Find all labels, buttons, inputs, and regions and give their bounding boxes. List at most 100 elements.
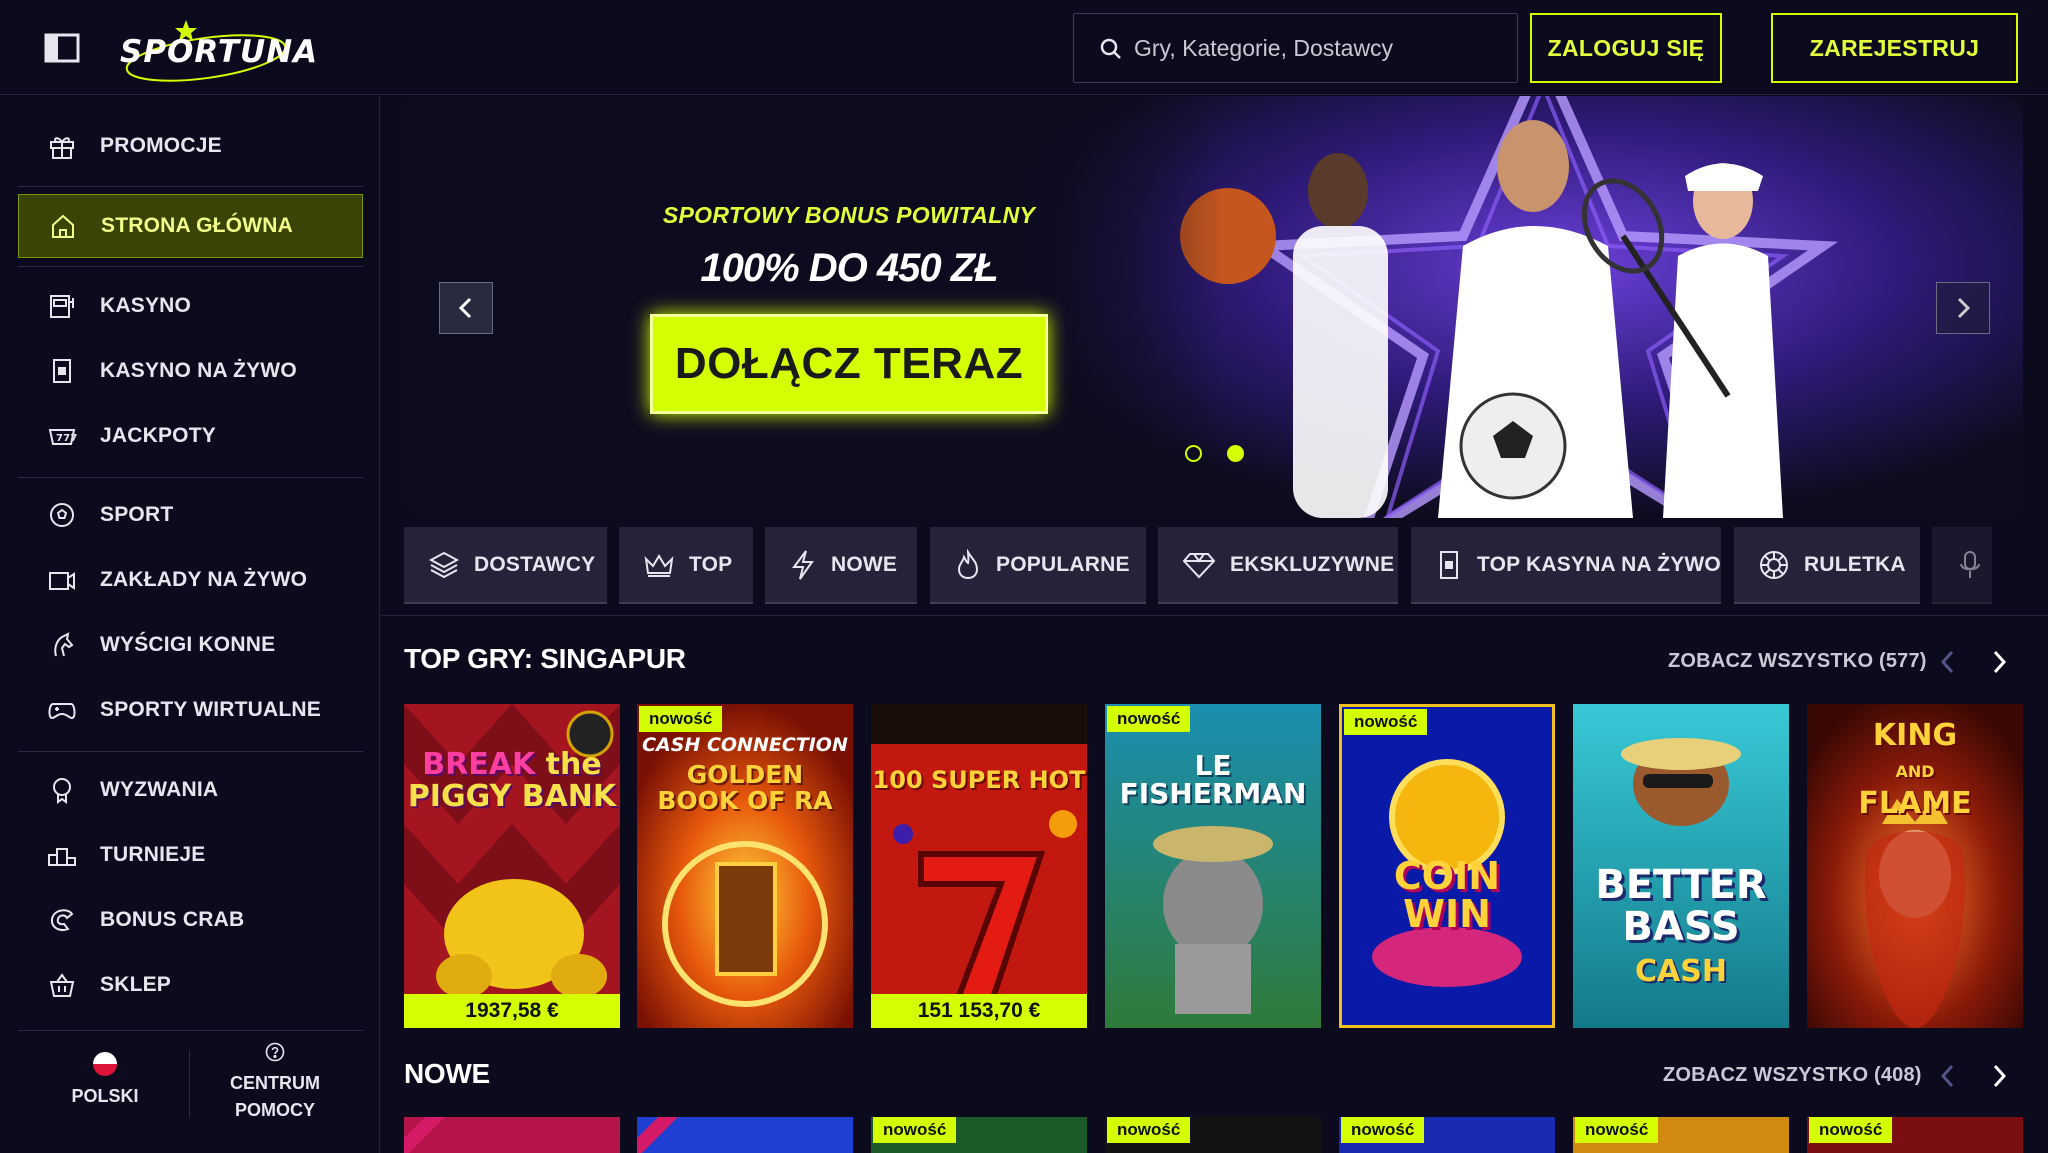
sidebar-toggle-icon[interactable] [44, 33, 80, 63]
new-game-tile-3[interactable]: nowość [871, 1117, 1087, 1153]
sidebar-item-bonus-crab[interactable]: BONUS CRAB [18, 888, 363, 952]
jackpot-amount: 151 153,70 € [871, 994, 1087, 1028]
sidebar: PROMOCJE STRONA GŁÓWNA KASYNO KASYNO NA … [0, 96, 380, 1153]
game-title: CASH CONNECTION [642, 734, 848, 756]
game-tile-le-fisherman[interactable]: LE FISHERMAN nowość [1105, 704, 1321, 1028]
new-game-tile-1[interactable] [404, 1117, 620, 1153]
help-center-link[interactable]: CENTRUM POMOCY [215, 1042, 335, 1124]
banner-prev-button[interactable] [439, 282, 493, 334]
new-badge: nowość [873, 1117, 957, 1143]
badge-icon [46, 774, 78, 806]
home-icon [47, 210, 79, 242]
sidebar-item-kasyno-na-zywo[interactable]: KASYNO NA ŻYWO [18, 339, 363, 403]
sidebar-item-turnieje[interactable]: TURNIEJE [18, 823, 363, 887]
tab-popularne[interactable]: POPULARNE [930, 527, 1146, 604]
gift-icon [46, 130, 78, 162]
live-camera-icon [46, 564, 78, 596]
tab-label: TOP [689, 552, 733, 576]
tab-dostawcy[interactable]: DOSTAWCY [404, 527, 607, 604]
new-badge: nowość [1575, 1117, 1659, 1143]
tab-ruletka[interactable]: RULETKA [1734, 527, 1920, 604]
login-button[interactable]: ZALOGUJ SIĘ [1530, 13, 1722, 83]
tab-label: DOSTAWCY [474, 552, 596, 576]
top-next-button[interactable] [1985, 646, 2013, 678]
sidebar-item-label: KASYNO NA ŻYWO [100, 359, 297, 382]
search-input[interactable] [1134, 14, 1504, 82]
top-prev-button[interactable] [1934, 646, 1962, 678]
promo-banner[interactable]: SPORTOWY BONUS POWITALNY 100% DO 450 ZŁ … [404, 96, 2023, 518]
tab-nowe[interactable]: NOWE [765, 527, 917, 604]
register-button[interactable]: ZAREJESTRUJ [1771, 13, 2018, 83]
new-game-tile-5[interactable]: nowość [1339, 1117, 1555, 1153]
tab-top-kasyna-na-zywo[interactable]: TOP KASYNA NA ŻYWO [1411, 527, 1721, 604]
sidebar-item-wyzwania[interactable]: WYZWANIA [18, 758, 363, 822]
poland-flag-icon [93, 1052, 117, 1076]
game-tile-golden-book-of-ra[interactable]: CASH CONNECTION GOLDEN BOOK OF RA nowość [637, 704, 853, 1028]
sidebar-item-sport[interactable]: SPORT [18, 483, 363, 547]
jackpot-icon: 777 [46, 420, 78, 452]
new-game-tile-2[interactable] [637, 1117, 853, 1153]
tab-label: RULETKA [1804, 552, 1906, 576]
chevron-left-icon [458, 297, 472, 319]
sidebar-item-label: WYŚCIGI KONNE [100, 633, 276, 656]
sidebar-item-promocje[interactable]: PROMOCJE [18, 114, 363, 178]
search-box[interactable] [1073, 13, 1518, 83]
game-tile-king-and-flame[interactable]: KING AND FLAME [1807, 704, 2023, 1028]
game-tile-100-super-hot[interactable]: 100 SUPER HOT 151 153,70 € [871, 704, 1087, 1028]
exclusive-ribbon [637, 1117, 680, 1153]
section-title-new: NOWE [404, 1058, 490, 1089]
tabs-divider [381, 615, 2048, 616]
help-icon [215, 1042, 335, 1064]
soccer-ball-icon [46, 499, 78, 531]
new-game-tile-4[interactable]: nowość [1105, 1117, 1321, 1153]
banner-dot-1[interactable] [1185, 445, 1202, 462]
tab-more[interactable] [1932, 527, 1992, 604]
game-title: LE FISHERMAN [1119, 749, 1307, 810]
card-icon [1435, 549, 1463, 581]
new-prev-button[interactable] [1934, 1060, 1962, 1092]
jackpot-amount: 1937,58 € [404, 994, 620, 1028]
game-tile-break-the-piggy-bank[interactable]: BREAK the PIGGY BANK 1937,58 € [404, 704, 620, 1028]
sidebar-item-zaklady-na-zywo[interactable]: ZAKŁADY NA ŻYWO [18, 548, 363, 612]
new-game-tile-6[interactable]: nowość [1573, 1117, 1789, 1153]
playing-card-icon [46, 355, 78, 387]
help-label-line2: POMOCY [234, 1100, 315, 1120]
game-tile-coin-win[interactable]: COIN WIN nowość [1339, 704, 1555, 1028]
shop-basket-icon [46, 969, 78, 1001]
game-title: KING AND FLAME [1858, 718, 1972, 821]
see-all-new-link[interactable]: ZOBACZ WSZYSTKO (408) [1663, 1064, 1922, 1087]
sidebar-item-label: SPORT [100, 503, 174, 526]
see-all-top-link[interactable]: ZOBACZ WSZYSTKO (577) [1668, 650, 1927, 673]
horse-icon [46, 629, 78, 661]
flame-icon [954, 548, 982, 581]
sidebar-item-label: STRONA GŁÓWNA [101, 214, 293, 237]
chevron-right-icon [1993, 1064, 2007, 1088]
banner-title: 100% DO 450 ZŁ [700, 246, 998, 290]
lightning-icon [789, 549, 817, 581]
new-badge: nowość [1341, 1117, 1425, 1143]
banner-next-button[interactable] [1936, 282, 1990, 334]
game-title: COIN WIN [1393, 854, 1501, 936]
crown-icon [643, 551, 675, 579]
tab-ekskluzywne[interactable]: EKSKLUZYWNE [1158, 527, 1398, 604]
sidebar-item-strona-glowna[interactable]: STRONA GŁÓWNA [18, 194, 363, 258]
tab-label: POPULARNE [996, 552, 1130, 576]
new-next-button[interactable] [1985, 1060, 2013, 1092]
svg-text:777: 777 [56, 433, 77, 444]
chevron-right-icon [1993, 650, 2007, 674]
logo[interactable]: SPORTUNA [118, 12, 317, 82]
new-badge: nowość [1107, 706, 1191, 732]
tab-top[interactable]: TOP [619, 527, 753, 604]
game-title: BETTER BASS [1595, 862, 1767, 950]
sidebar-item-sklep[interactable]: SKLEP [18, 953, 363, 1017]
banner-dot-2[interactable] [1227, 445, 1244, 462]
sidebar-item-sporty-wirtualne[interactable]: SPORTY WIRTUALNE [18, 678, 363, 742]
language-selector[interactable]: POLSKI [60, 1052, 150, 1107]
exclusive-ribbon [404, 1117, 447, 1153]
sidebar-item-kasyno[interactable]: KASYNO [18, 274, 363, 338]
sidebar-item-wyscigi-konne[interactable]: WYŚCIGI KONNE [18, 613, 363, 677]
game-tile-better-bass-cash[interactable]: BETTER BASS CASH [1573, 704, 1789, 1028]
new-game-tile-7[interactable]: nowość [1807, 1117, 2023, 1153]
sidebar-item-jackpoty[interactable]: 777 JACKPOTY [18, 404, 363, 468]
join-now-button[interactable]: DOŁĄCZ TERAZ [650, 314, 1048, 414]
